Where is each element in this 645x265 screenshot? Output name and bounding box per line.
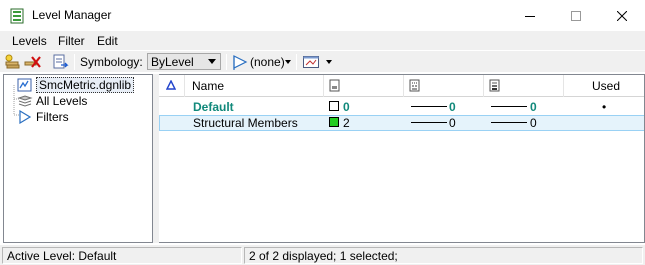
toolbar: Symbology: ByLevel (none)	[0, 50, 645, 72]
close-icon	[617, 10, 627, 21]
header-name[interactable]: Name	[185, 75, 324, 97]
filter-funnel-icon[interactable]	[231, 53, 249, 71]
new-level-icon[interactable]	[4, 53, 22, 71]
header-active-column[interactable]	[159, 75, 185, 97]
filter-icon	[19, 110, 32, 124]
menu-bar: Levels Filter Edit	[0, 31, 645, 50]
grid-header: Name Used	[159, 75, 644, 97]
level-name: Structural Members	[193, 116, 298, 130]
line-style-column-icon	[409, 79, 420, 92]
window-title: Level Manager	[32, 8, 112, 22]
level-used-indicator: •	[602, 100, 607, 114]
delete-level-icon[interactable]	[24, 53, 42, 71]
header-style[interactable]	[404, 75, 484, 97]
status-active-level-text: Active Level: Default	[7, 249, 117, 263]
close-button[interactable]	[599, 0, 645, 31]
status-selection: 2 of 2 displayed; 1 selected;	[244, 247, 643, 264]
menu-levels[interactable]: Levels	[12, 34, 47, 48]
tree-item-all-levels[interactable]: All Levels	[17, 93, 87, 109]
table-row[interactable]: Default 0 0 0 •	[159, 99, 644, 115]
toolbar-separator	[296, 54, 297, 70]
levels-grid: Name Used Default 0 0 0 • Structural Mem…	[159, 74, 645, 243]
filter-dropdown-icon[interactable]	[285, 60, 291, 64]
header-used-label: Used	[592, 79, 621, 93]
level-color-value: 0	[343, 100, 350, 114]
tree-item-label: All Levels	[36, 94, 88, 108]
color-column-icon	[329, 79, 340, 92]
level-name: Default	[193, 100, 234, 114]
title-bar: Level Manager	[0, 0, 645, 31]
level-display-dropdown-icon[interactable]	[326, 60, 332, 64]
symbology-label: Symbology:	[80, 55, 143, 69]
tree-item-filters[interactable]: Filters	[17, 109, 69, 125]
level-weight-value: 0	[530, 100, 537, 114]
minimize-icon	[525, 15, 535, 17]
color-swatch	[329, 117, 339, 127]
maximize-icon	[571, 10, 581, 21]
active-level-icon	[166, 80, 176, 90]
chevron-down-icon	[208, 59, 216, 64]
menu-edit[interactable]: Edit	[97, 34, 118, 48]
header-name-label: Name	[192, 79, 225, 93]
level-library-tree: SmcMetric.dgnlib All Levels Filters	[3, 74, 153, 243]
level-style-value: 0	[449, 116, 456, 130]
import-level-icon[interactable]	[51, 53, 69, 71]
line-weight-column-icon	[489, 79, 500, 92]
table-row[interactable]: Structural Members 2 0 0	[159, 115, 644, 131]
all-levels-icon	[17, 95, 33, 107]
menu-filter[interactable]: Filter	[58, 34, 85, 48]
tree-item-label: SmcMetric.dgnlib	[36, 77, 135, 93]
header-weight[interactable]	[484, 75, 564, 97]
dgnlib-file-icon	[17, 78, 32, 92]
line-weight-sample	[491, 122, 527, 123]
status-selection-text: 2 of 2 displayed; 1 selected;	[249, 249, 398, 263]
header-color[interactable]	[324, 75, 404, 97]
tree-item-label: Filters	[36, 110, 69, 124]
filter-value[interactable]: (none)	[250, 55, 285, 69]
symbology-value: ByLevel	[151, 55, 194, 69]
minimize-button[interactable]	[507, 0, 553, 31]
line-style-sample	[411, 106, 447, 107]
status-active-level: Active Level: Default	[2, 247, 242, 264]
level-display-icon[interactable]	[302, 53, 320, 71]
status-bar: Active Level: Default 2 of 2 displayed; …	[0, 245, 645, 265]
line-style-sample	[411, 122, 447, 123]
level-manager-icon	[10, 8, 24, 24]
tree-item-library[interactable]: SmcMetric.dgnlib	[17, 77, 135, 93]
symbology-dropdown[interactable]: ByLevel	[147, 53, 221, 70]
toolbar-separator	[74, 54, 75, 70]
header-used[interactable]: Used	[564, 75, 644, 97]
level-weight-value: 0	[530, 116, 537, 130]
toolbar-separator	[226, 54, 227, 70]
maximize-button[interactable]	[553, 0, 599, 31]
line-weight-sample	[491, 106, 527, 107]
color-swatch	[329, 101, 339, 111]
level-style-value: 0	[449, 100, 456, 114]
level-color-value: 2	[343, 116, 350, 130]
